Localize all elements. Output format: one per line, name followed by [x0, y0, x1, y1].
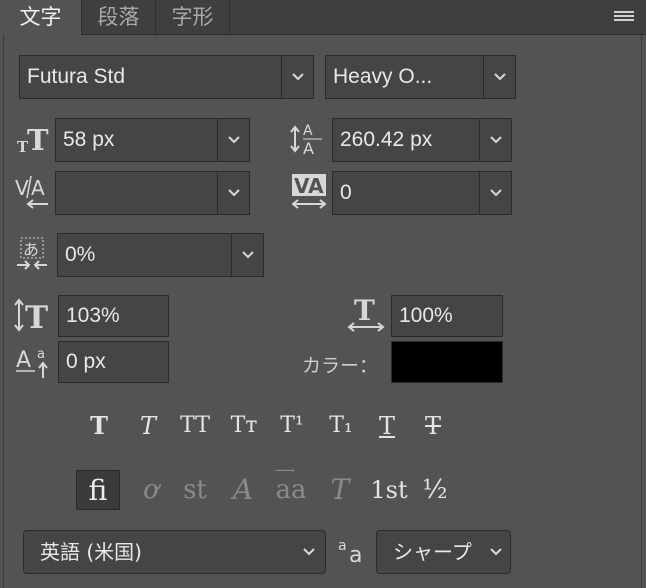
all-caps-glyph: TT: [180, 413, 210, 438]
swash-glyph: A: [232, 473, 254, 506]
font-family-value: Futura Std: [27, 65, 126, 88]
tab-glyphs[interactable]: 字形: [156, 0, 230, 34]
vertical-scale-value: 103%: [66, 304, 120, 327]
font-size-value: 58 px: [63, 128, 115, 151]
titling-alternates-glyph: T: [330, 473, 350, 506]
fractions-button[interactable]: ½: [413, 470, 457, 510]
svg-text:VA: VA: [294, 174, 324, 198]
superscript-glyph: T¹: [280, 413, 304, 438]
svg-text:a: a: [349, 543, 362, 566]
vertical-scale-icon: T: [14, 298, 54, 338]
svg-text:A: A: [303, 139, 314, 158]
tracking-icon: VA: [290, 172, 330, 216]
panel-menu-icon[interactable]: [614, 11, 634, 23]
swash-button[interactable]: A: [221, 470, 265, 510]
chevron-down-icon[interactable]: [293, 531, 325, 573]
contextual-alternates-glyph: ơ: [143, 475, 159, 505]
leading-select[interactable]: 260.42 px: [332, 118, 512, 162]
svg-text:T: T: [354, 295, 375, 327]
font-style-select[interactable]: Heavy O...: [325, 55, 516, 99]
tab-character[interactable]: 文字: [0, 0, 82, 35]
kerning-select[interactable]: [55, 171, 250, 215]
faux-bold-glyph: T: [90, 411, 108, 440]
chevron-down-icon[interactable]: [231, 234, 263, 276]
horizontal-scale-field[interactable]: 100%: [391, 295, 503, 337]
baseline-shift-field[interactable]: 0 px: [58, 341, 169, 383]
tsume-value: 0%: [65, 243, 96, 266]
strikethrough-button[interactable]: T: [418, 410, 448, 442]
font-style-value: Heavy O...: [333, 65, 433, 88]
all-caps-button[interactable]: TT: [176, 410, 214, 442]
color-label: カラー：: [302, 355, 379, 377]
tsume-icon: あ: [15, 236, 51, 276]
chevron-down-icon[interactable]: [281, 56, 313, 98]
tracking-select[interactable]: 0: [332, 171, 512, 215]
svg-text:a: a: [37, 347, 45, 362]
faux-italic-button[interactable]: T: [133, 410, 163, 442]
panel-left-edge: [3, 35, 4, 588]
standard-ligatures-glyph: fi: [88, 474, 108, 507]
subscript-button[interactable]: T₁: [326, 410, 356, 442]
chevron-down-icon[interactable]: [483, 56, 515, 98]
small-caps-button[interactable]: Tт: [226, 410, 262, 442]
faux-bold-button[interactable]: T: [84, 410, 114, 442]
svg-text:T: T: [27, 123, 49, 156]
small-caps-glyph: Tт: [230, 413, 258, 438]
baseline-shift-icon: Aa: [15, 343, 55, 387]
superscript-button[interactable]: T¹: [277, 410, 307, 442]
svg-text:T: T: [25, 300, 48, 334]
chevron-down-icon[interactable]: [479, 119, 511, 161]
underline-glyph: T: [378, 412, 395, 440]
arrow-right-icon: ⟶: [275, 463, 296, 479]
vertical-scale-field[interactable]: 103%: [58, 295, 169, 337]
svg-text:A: A: [16, 348, 31, 373]
character-panel: 文字 段落 字形 Futura Std Heavy O... TT 58 px …: [0, 0, 646, 588]
svg-text:A: A: [31, 176, 45, 200]
faux-italic-glyph: T: [139, 412, 156, 440]
antialias-value: シャープ: [393, 540, 472, 564]
tab-paragraph[interactable]: 段落: [82, 0, 156, 34]
horizontal-scale-icon: T: [347, 294, 387, 339]
chevron-down-icon[interactable]: [217, 119, 249, 161]
chevron-down-icon[interactable]: [217, 172, 249, 214]
fractions-glyph: ½: [422, 475, 448, 505]
standard-ligatures-button[interactable]: fi: [76, 470, 120, 510]
chevron-down-icon[interactable]: [479, 172, 511, 214]
panel-right-edge: [641, 35, 642, 588]
ordinals-glyph: 1st: [370, 476, 408, 504]
stylistic-alternates-button[interactable]: ⟶ aa: [269, 464, 313, 510]
antialias-select[interactable]: シャープ: [376, 530, 511, 574]
discretionary-ligatures-glyph: st: [183, 475, 207, 505]
baseline-shift-value: 0 px: [66, 350, 106, 373]
leading-icon: AA: [290, 120, 326, 162]
language-value: 英語 (米国): [40, 540, 142, 564]
titling-alternates-button[interactable]: T: [318, 470, 362, 510]
horizontal-scale-value: 100%: [399, 304, 453, 327]
contextual-alternates-button[interactable]: ơ: [129, 470, 173, 510]
font-size-icon: TT: [16, 122, 52, 160]
leading-value: 260.42 px: [340, 128, 433, 151]
svg-text:あ: あ: [23, 240, 39, 259]
subscript-glyph: T₁: [329, 413, 353, 438]
font-size-select[interactable]: 58 px: [55, 118, 250, 162]
discretionary-ligatures-button[interactable]: st: [173, 470, 217, 510]
tracking-value: 0: [340, 181, 352, 204]
strikethrough-glyph: T: [424, 412, 441, 440]
color-swatch[interactable]: [391, 341, 503, 383]
svg-text:a: a: [338, 538, 347, 554]
underline-button[interactable]: T: [372, 410, 402, 442]
stylistic-alternates-glyph: aa: [275, 475, 307, 505]
language-select[interactable]: 英語 (米国): [23, 530, 326, 574]
antialias-icon: aa: [337, 536, 369, 570]
svg-text:A: A: [303, 123, 313, 139]
font-family-select[interactable]: Futura Std: [19, 55, 314, 99]
panel-tab-bar: 文字 段落 字形: [0, 0, 646, 35]
tsume-select[interactable]: 0%: [57, 233, 264, 277]
kerning-icon: VA: [14, 172, 54, 216]
ordinals-button[interactable]: 1st: [365, 470, 413, 510]
chevron-down-icon[interactable]: [484, 531, 510, 573]
